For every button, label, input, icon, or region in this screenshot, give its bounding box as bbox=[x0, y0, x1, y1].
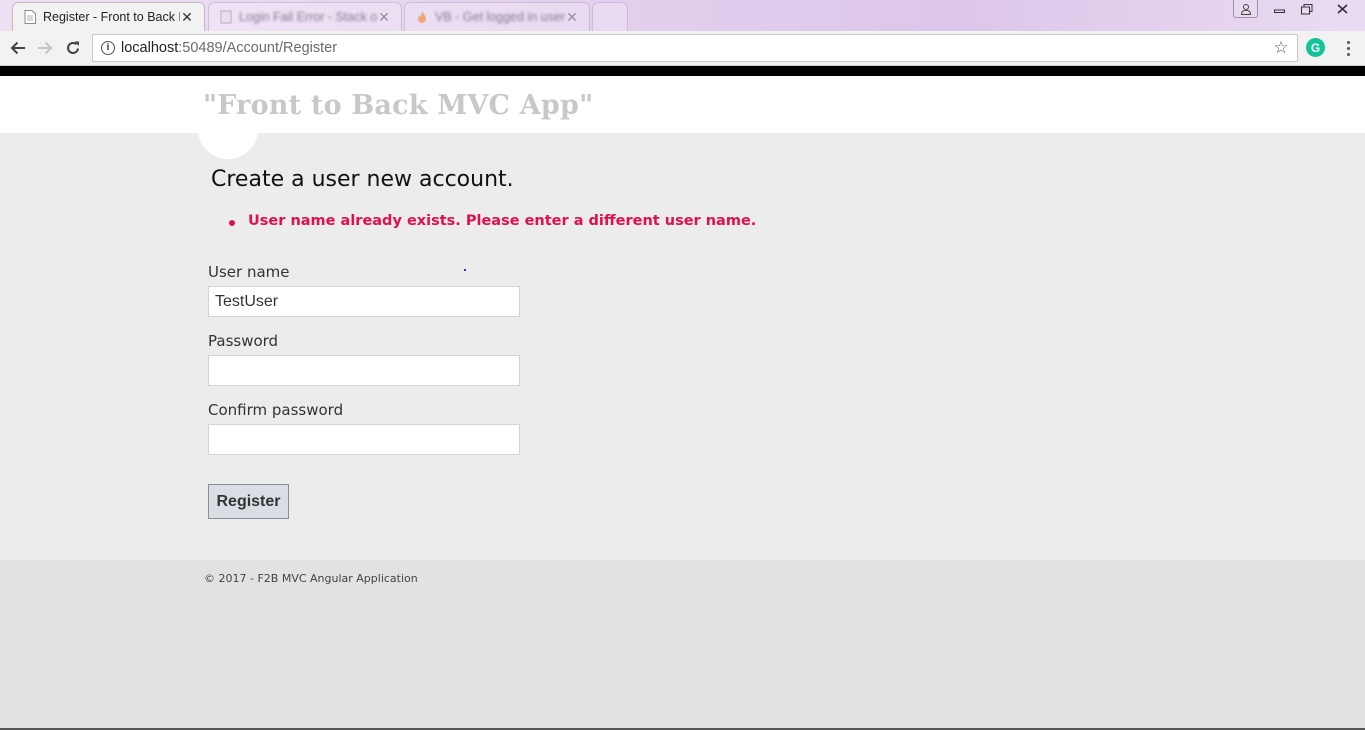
close-tab-icon[interactable]: ✕ bbox=[180, 9, 194, 26]
back-arrow-icon[interactable] bbox=[7, 37, 29, 59]
url-host: localhost bbox=[121, 40, 179, 56]
password-input[interactable] bbox=[208, 355, 520, 386]
password-label: Password bbox=[208, 332, 279, 350]
tab-register[interactable]: Register - Front to Back M ✕ bbox=[12, 2, 205, 31]
forward-arrow-icon[interactable] bbox=[34, 37, 56, 59]
validation-error: User name already exists. Please enter a… bbox=[229, 213, 756, 229]
browser-toolbar: i localhost:50489/Account/Register ☆ G bbox=[0, 31, 1365, 66]
copyright-text: © 2017 - F2B MVC Angular Application bbox=[204, 572, 418, 585]
page-icon bbox=[23, 10, 36, 25]
tab-background[interactable]: Login Fail Error - Stack overflow ✕ bbox=[208, 2, 402, 31]
grammarly-extension-icon[interactable]: G bbox=[1306, 38, 1325, 57]
tab-title: Register - Front to Back M bbox=[43, 10, 180, 24]
url-path: :50489/Account/Register bbox=[178, 40, 338, 56]
page-viewport: "Front to Back MVC App" Create a user ne… bbox=[0, 66, 1365, 730]
confirm-password-input[interactable] bbox=[208, 424, 520, 455]
close-tab-icon[interactable]: ✕ bbox=[565, 9, 579, 26]
minimize-icon[interactable] bbox=[1266, 0, 1293, 18]
page-title: Create a user new account. bbox=[211, 167, 514, 192]
reload-icon[interactable] bbox=[62, 37, 84, 59]
profile-icon[interactable] bbox=[1233, 0, 1258, 18]
flame-icon bbox=[415, 10, 428, 25]
url-text[interactable]: localhost:50489/Account/Register bbox=[121, 40, 1271, 56]
bookmark-star-icon[interactable]: ☆ bbox=[1271, 38, 1291, 58]
tab-background[interactable]: VB - Get logged in user ✕ bbox=[404, 2, 590, 31]
tab-title: VB - Get logged in user bbox=[435, 10, 565, 24]
username-input[interactable] bbox=[208, 286, 520, 317]
validation-summary: User name already exists. Please enter a… bbox=[229, 213, 756, 229]
username-label: User name bbox=[208, 263, 290, 281]
stray-pixel bbox=[464, 269, 466, 271]
new-tab-button[interactable] bbox=[592, 2, 628, 31]
tab-title: Login Fail Error - Stack overflow bbox=[239, 10, 377, 24]
top-black-bar bbox=[0, 66, 1365, 76]
restore-icon[interactable] bbox=[1293, 0, 1320, 18]
main-content: Create a user new account. User name alr… bbox=[0, 133, 1365, 560]
browser-menu-icon[interactable] bbox=[1340, 37, 1356, 59]
site-brand[interactable]: "Front to Back MVC App" bbox=[203, 90, 593, 121]
site-footer: © 2017 - F2B MVC Angular Application bbox=[0, 560, 1365, 728]
site-info-icon[interactable]: i bbox=[101, 41, 115, 55]
blank-page-icon bbox=[219, 10, 232, 25]
close-window-icon[interactable] bbox=[1320, 0, 1365, 18]
register-button[interactable]: Register bbox=[208, 484, 289, 519]
browser-tab-strip: Register - Front to Back M ✕ Login Fail … bbox=[0, 0, 1365, 31]
address-bar[interactable]: i localhost:50489/Account/Register ☆ bbox=[92, 34, 1298, 62]
close-tab-icon[interactable]: ✕ bbox=[377, 9, 391, 26]
window-controls bbox=[1233, 0, 1365, 22]
confirm-password-label: Confirm password bbox=[208, 401, 344, 419]
